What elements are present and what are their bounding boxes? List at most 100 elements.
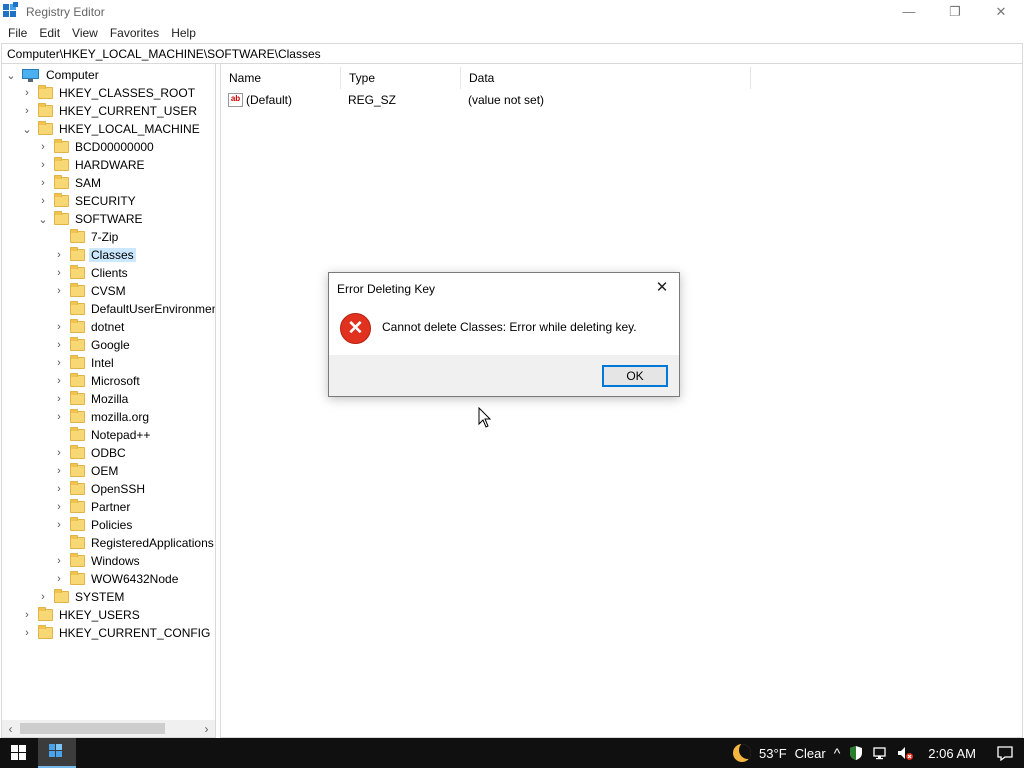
chevron-right-icon bbox=[54, 534, 64, 552]
address-bar[interactable]: Computer\HKEY_LOCAL_MACHINE\SOFTWARE\Cla… bbox=[1, 43, 1023, 64]
weather-temp: 53°F bbox=[759, 745, 787, 761]
chevron-right-icon[interactable]: › bbox=[54, 462, 64, 480]
chevron-right-icon bbox=[54, 426, 64, 444]
chevron-right-icon[interactable]: › bbox=[54, 408, 64, 426]
tree-item-label: Windows bbox=[91, 554, 140, 568]
chevron-right-icon[interactable]: › bbox=[54, 498, 64, 516]
tree-item[interactable]: ⌄ HKEY_LOCAL_MACHINE bbox=[22, 120, 202, 138]
values-list-pane[interactable]: Name Type Data ab (Default) REG_SZ (valu… bbox=[220, 64, 1023, 738]
tree-item[interactable]: › Google bbox=[54, 336, 132, 354]
tree-item[interactable]: › HARDWARE bbox=[38, 156, 147, 174]
chevron-right-icon bbox=[54, 228, 64, 246]
folder-icon bbox=[70, 337, 85, 351]
network-tray-icon[interactable] bbox=[868, 738, 892, 768]
chevron-right-icon[interactable]: › bbox=[22, 102, 32, 120]
chevron-right-icon[interactable]: › bbox=[54, 444, 64, 462]
scrollbar-thumb[interactable] bbox=[20, 723, 165, 734]
chevron-down-icon[interactable]: ⌄ bbox=[6, 66, 16, 84]
close-button[interactable]: ✕ bbox=[978, 0, 1024, 23]
tree-item[interactable]: › HKEY_CURRENT_CONFIG bbox=[22, 624, 212, 642]
column-header-name[interactable]: Name bbox=[221, 67, 341, 89]
chevron-right-icon[interactable]: › bbox=[38, 588, 48, 606]
tree-item[interactable]: › BCD00000000 bbox=[38, 138, 156, 156]
tree-item[interactable]: › SECURITY bbox=[38, 192, 138, 210]
folder-icon bbox=[70, 571, 85, 585]
chevron-right-icon[interactable]: › bbox=[54, 318, 64, 336]
key-tree-pane[interactable]: ⌄ Computer ‹ › › HKEY_CLASSES_ROOT › HKEY_C… bbox=[1, 64, 216, 738]
chevron-down-icon[interactable]: ⌄ bbox=[38, 210, 48, 228]
tree-item[interactable]: › dotnet bbox=[54, 318, 126, 336]
chevron-right-icon[interactable]: › bbox=[22, 606, 32, 624]
clock[interactable]: 2:06 AM bbox=[918, 738, 986, 768]
tree-item[interactable]: › Mozilla bbox=[54, 390, 130, 408]
tree-item[interactable]: › Clients bbox=[54, 264, 130, 282]
tree-item[interactable]: ⌄ SOFTWARE bbox=[38, 210, 145, 228]
chevron-right-icon[interactable]: › bbox=[54, 390, 64, 408]
chevron-right-icon[interactable]: › bbox=[54, 246, 64, 264]
tree-item[interactable]: › OpenSSH bbox=[54, 480, 147, 498]
menu-file[interactable]: File bbox=[2, 26, 33, 40]
show-hidden-icons-button[interactable]: ^ bbox=[830, 738, 845, 768]
chevron-right-icon[interactable]: › bbox=[38, 156, 48, 174]
chevron-right-icon[interactable]: › bbox=[54, 354, 64, 372]
horizontal-scrollbar[interactable]: ‹ › bbox=[2, 720, 215, 737]
tree-item[interactable]: › Classes bbox=[54, 246, 136, 264]
tree-item[interactable]: › Microsoft bbox=[54, 372, 142, 390]
maximize-button[interactable]: ❐ bbox=[932, 0, 978, 23]
list-item[interactable]: ab (Default) REG_SZ (value not set) bbox=[221, 90, 751, 110]
chevron-right-icon[interactable]: › bbox=[54, 336, 64, 354]
chevron-right-icon[interactable]: › bbox=[38, 174, 48, 192]
tree-item[interactable]: › SYSTEM bbox=[38, 588, 126, 606]
chevron-right-icon[interactable]: › bbox=[38, 192, 48, 210]
chevron-right-icon[interactable]: › bbox=[54, 372, 64, 390]
column-header-data[interactable]: Data bbox=[461, 67, 751, 89]
tree-item[interactable]: › CVSM bbox=[54, 282, 128, 300]
tree-item-label: Partner bbox=[91, 500, 131, 514]
taskbar-registry-editor[interactable] bbox=[38, 738, 76, 768]
chevron-right-icon[interactable]: › bbox=[38, 138, 48, 156]
chevron-right-icon[interactable]: › bbox=[54, 552, 64, 570]
tree-item[interactable]: › ODBC bbox=[54, 444, 128, 462]
ok-button[interactable]: OK bbox=[602, 365, 668, 387]
menu-view[interactable]: View bbox=[66, 26, 104, 40]
column-header-type[interactable]: Type bbox=[341, 67, 461, 89]
tree-item[interactable]: › mozilla.org bbox=[54, 408, 151, 426]
tree-item[interactable]: › Policies bbox=[54, 516, 134, 534]
menu-favorites[interactable]: Favorites bbox=[104, 26, 165, 40]
tree-item[interactable]: › Partner bbox=[54, 498, 132, 516]
chevron-right-icon[interactable]: › bbox=[54, 282, 64, 300]
tree-item[interactable]: › Windows bbox=[54, 552, 142, 570]
tree-item[interactable]: › HKEY_USERS bbox=[22, 606, 142, 624]
tree-item[interactable]: DefaultUserEnvironmen bbox=[54, 300, 215, 318]
error-icon: ✕ bbox=[340, 313, 371, 344]
chevron-right-icon[interactable]: › bbox=[54, 516, 64, 534]
scroll-left-icon[interactable]: ‹ bbox=[2, 720, 19, 737]
volume-tray-icon[interactable] bbox=[892, 738, 918, 768]
tree-item-label: Policies bbox=[91, 518, 133, 532]
tree-item[interactable]: 7-Zip bbox=[54, 228, 120, 246]
tree-item[interactable]: › OEM bbox=[54, 462, 120, 480]
chevron-right-icon[interactable]: › bbox=[54, 480, 64, 498]
tree-item[interactable]: › WOW6432Node bbox=[54, 570, 180, 588]
tree-item[interactable]: RegisteredApplications bbox=[54, 534, 215, 552]
action-center-button[interactable] bbox=[986, 738, 1024, 768]
tree-item[interactable]: Notepad++ bbox=[54, 426, 152, 444]
start-button[interactable] bbox=[0, 738, 38, 768]
minimize-button[interactable]: — bbox=[886, 0, 932, 23]
chevron-down-icon[interactable]: ⌄ bbox=[22, 120, 32, 138]
chevron-right-icon[interactable]: › bbox=[54, 264, 64, 282]
tree-item[interactable]: › HKEY_CLASSES_ROOT bbox=[22, 84, 197, 102]
security-tray-icon[interactable] bbox=[844, 738, 868, 768]
dialog-close-button[interactable]: ✕ bbox=[653, 278, 671, 296]
tree-item[interactable]: › Intel bbox=[54, 354, 116, 372]
menu-edit[interactable]: Edit bbox=[33, 26, 66, 40]
tree-item[interactable]: › HKEY_CURRENT_USER bbox=[22, 102, 199, 120]
chevron-right-icon[interactable]: › bbox=[22, 624, 32, 642]
scroll-right-icon[interactable]: › bbox=[198, 720, 215, 737]
tree-item-computer[interactable]: ⌄ Computer bbox=[6, 66, 101, 84]
chevron-right-icon[interactable]: › bbox=[54, 570, 64, 588]
tree-item[interactable]: › SAM bbox=[38, 174, 103, 192]
chevron-right-icon[interactable]: › bbox=[22, 84, 32, 102]
weather-widget[interactable]: 53°F Clear bbox=[729, 738, 830, 768]
menu-help[interactable]: Help bbox=[165, 26, 202, 40]
